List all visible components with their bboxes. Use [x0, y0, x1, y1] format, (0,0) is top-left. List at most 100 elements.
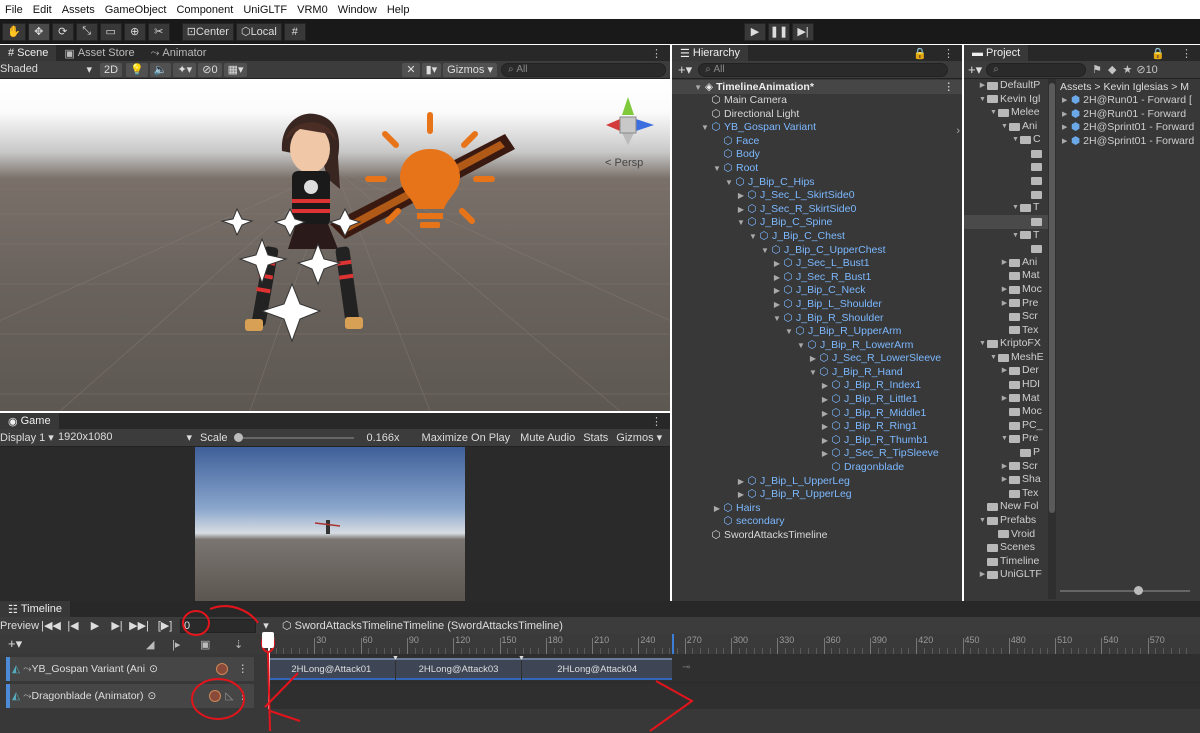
mute-audio-button[interactable]: Mute Audio: [520, 432, 575, 444]
hidden-packages-toggle[interactable]: ⊘10: [1136, 63, 1157, 76]
hierarchy-item[interactable]: ▶ ⬡ J_Bip_L_UpperLeg: [672, 475, 962, 489]
game-view[interactable]: [0, 447, 670, 601]
project-folder-item[interactable]: ▶ Moc: [964, 283, 1048, 297]
move-tool-icon[interactable]: ✥: [27, 22, 50, 41]
hierarchy-item[interactable]: ▶ ⬡ J_Bip_L_Shoulder: [672, 298, 962, 312]
hierarchy-item[interactable]: ▶ ⬡ J_Sec_R_LowerSleeve: [672, 352, 962, 366]
folder-arrow-icon[interactable]: ▶: [1000, 283, 1009, 297]
project-search-input[interactable]: ⌕: [986, 62, 1087, 77]
folder-arrow-icon[interactable]: ▼: [1011, 133, 1020, 147]
timeline-end-marker[interactable]: [672, 634, 674, 654]
project-folder-item[interactable]: P: [964, 446, 1048, 460]
collapse-arrow-icon[interactable]: ▶: [712, 502, 722, 516]
effects-icon[interactable]: ✦▾: [173, 62, 197, 77]
pivot-local-button[interactable]: ⬡ Local: [235, 22, 282, 41]
hierarchy-item[interactable]: ⬡ Main Camera: [672, 94, 962, 108]
hierarchy-menu-icon[interactable]: ⋮: [935, 45, 962, 61]
expand-arrow-icon[interactable]: ▼: [796, 339, 806, 353]
collapse-arrow-icon[interactable]: ▶: [736, 189, 746, 203]
collapse-arrow-icon[interactable]: ▶: [772, 298, 782, 312]
collapse-arrow-icon[interactable]: ▶: [772, 271, 782, 285]
expand-arrow-icon[interactable]: ▼: [736, 216, 746, 230]
goto-start-icon[interactable]: |◀◀: [40, 619, 62, 632]
gizmos-dropdown[interactable]: Gizmos ▾: [443, 62, 497, 77]
folder-arrow-icon[interactable]: ▶: [1000, 364, 1009, 378]
hierarchy-item[interactable]: ⬡ SwordAttacksTimeline: [672, 529, 962, 543]
display-dropdown[interactable]: Display 1 ▾: [0, 431, 58, 444]
hierarchy-item[interactable]: ⬡ Directional Light: [672, 108, 962, 122]
folder-arrow-icon[interactable]: ▼: [1011, 201, 1020, 215]
project-folder-item[interactable]: ▼ Prefabs: [964, 514, 1048, 528]
binding-target-icon[interactable]: ⊙: [148, 690, 157, 702]
project-folder-item[interactable]: [964, 214, 1048, 229]
clip-attack03[interactable]: 2HLong@Attack03: [395, 658, 522, 680]
playhead-handle[interactable]: [262, 632, 274, 648]
clip-attack04[interactable]: 2HLong@Attack04: [522, 658, 672, 680]
prefab-arrow-icon[interactable]: ›: [956, 125, 960, 137]
project-folder-item[interactable]: ▶ Mat: [964, 392, 1048, 406]
frame-dropdown-icon[interactable]: ▾: [256, 619, 276, 632]
hierarchy-item[interactable]: ▼ ⬡ J_Bip_R_UpperArm: [672, 325, 962, 339]
track-menu-icon[interactable]: ⋮: [238, 690, 249, 702]
project-folder-item[interactable]: ▼ KriptoFX: [964, 337, 1048, 351]
folder-arrow-icon[interactable]: ▶: [978, 79, 987, 93]
asset-expand-icon[interactable]: ▶: [1062, 121, 1071, 135]
asset-item[interactable]: ▶ ⬢ 2H@Run01 - Forward: [1056, 108, 1200, 122]
stats-button[interactable]: Stats: [583, 432, 608, 444]
hierarchy-item[interactable]: ⬡ Dragonblade: [672, 461, 962, 475]
play-timeline-icon[interactable]: ▶: [84, 619, 106, 632]
asset-item[interactable]: ▶ ⬢ 2H@Run01 - Forward [: [1056, 94, 1200, 108]
project-folder-item[interactable]: ▶ Pre: [964, 297, 1048, 311]
scale-slider[interactable]: [233, 432, 354, 443]
menu-item-file[interactable]: File: [0, 4, 28, 16]
menu-item-edit[interactable]: Edit: [28, 4, 57, 16]
ripple-icon[interactable]: ◢: [146, 638, 154, 651]
project-folder-item[interactable]: Scr: [964, 310, 1048, 324]
hierarchy-item[interactable]: ▼ ⬡ J_Bip_C_UpperChest: [672, 244, 962, 258]
menu-item-help[interactable]: Help: [382, 4, 415, 16]
scene-header-row[interactable]: ▼ ◈ TimelineAnimation* ⋮: [672, 80, 962, 94]
asset-expand-icon[interactable]: ▶: [1062, 94, 1071, 108]
hierarchy-item[interactable]: ▶ ⬡ J_Sec_R_SkirtSide0: [672, 203, 962, 217]
hierarchy-item[interactable]: ▼ ⬡ J_Bip_R_Hand: [672, 366, 962, 380]
tab-scene[interactable]: # Scene: [0, 45, 57, 61]
hierarchy-item[interactable]: ⬡ secondary: [672, 515, 962, 529]
project-folder-item[interactable]: ▶ Scr: [964, 460, 1048, 474]
hierarchy-item[interactable]: ▼ ⬡ YB_Gospan Variant: [672, 121, 962, 135]
time-ruler[interactable]: 0306090120150180210240270300330360390420…: [268, 634, 1200, 654]
project-lock-icon[interactable]: 🔒: [1143, 45, 1173, 61]
tab-hierarchy[interactable]: ☰ Hierarchy: [672, 45, 748, 61]
resolution-dropdown[interactable]: 1920x1080 ▾: [58, 431, 192, 444]
hierarchy-item[interactable]: ▼ ⬡ J_Bip_C_Hips: [672, 176, 962, 190]
pause-button[interactable]: ❚❚: [768, 22, 790, 41]
mode-2d-button[interactable]: 2D: [100, 62, 123, 77]
hierarchy-item[interactable]: ▼ ⬡ J_Bip_C_Chest: [672, 230, 962, 244]
folder-arrow-icon[interactable]: ▼: [978, 337, 987, 351]
menu-item-unigltf[interactable]: UniGLTF: [238, 4, 292, 16]
project-folder-item[interactable]: [964, 147, 1048, 161]
tab-asset-store[interactable]: ▣ Asset Store: [56, 45, 142, 61]
grid-snap-icon[interactable]: #: [283, 22, 306, 41]
create-asset-button[interactable]: +▾: [968, 62, 982, 78]
project-folder-item[interactable]: ▶ Sha: [964, 473, 1048, 487]
scene-viewport[interactable]: < Persp: [0, 79, 670, 411]
folder-arrow-icon[interactable]: ▼: [1000, 120, 1009, 134]
folder-arrow-icon[interactable]: ▶: [1000, 392, 1009, 406]
add-object-button[interactable]: +▾: [678, 62, 692, 78]
project-folder-item[interactable]: ▼ MeshE: [964, 351, 1048, 365]
track-header-yb-gospan[interactable]: ◭ ⤳YB_Gospan Variant (Ani ⊙ ⋮: [6, 657, 254, 681]
collapse-arrow-icon[interactable]: ▶: [820, 420, 830, 434]
clip-attack01[interactable]: 2HLong@Attack01: [268, 658, 395, 680]
tab-animator[interactable]: ⤳ Animator: [143, 45, 215, 61]
project-folder-item[interactable]: ▼ Kevin Igl: [964, 93, 1048, 107]
project-tree-scrollbar[interactable]: [1048, 79, 1056, 599]
filter-label-icon[interactable]: ◆: [1108, 63, 1116, 76]
breadcrumb-assets[interactable]: Assets: [1060, 81, 1092, 93]
grid-toggle-icon[interactable]: ▦▾: [223, 62, 248, 77]
orientation-gizmo[interactable]: [598, 95, 658, 155]
step-button[interactable]: ▶|: [792, 22, 814, 41]
project-folder-item[interactable]: Vroid: [964, 528, 1048, 542]
folder-arrow-icon[interactable]: ▶: [978, 568, 987, 582]
timeline-clip-area[interactable]: 2HLong@Attack01 2HLong@Attack03 2HLong@A…: [268, 634, 1200, 709]
project-menu-icon[interactable]: ⋮: [1173, 45, 1200, 61]
